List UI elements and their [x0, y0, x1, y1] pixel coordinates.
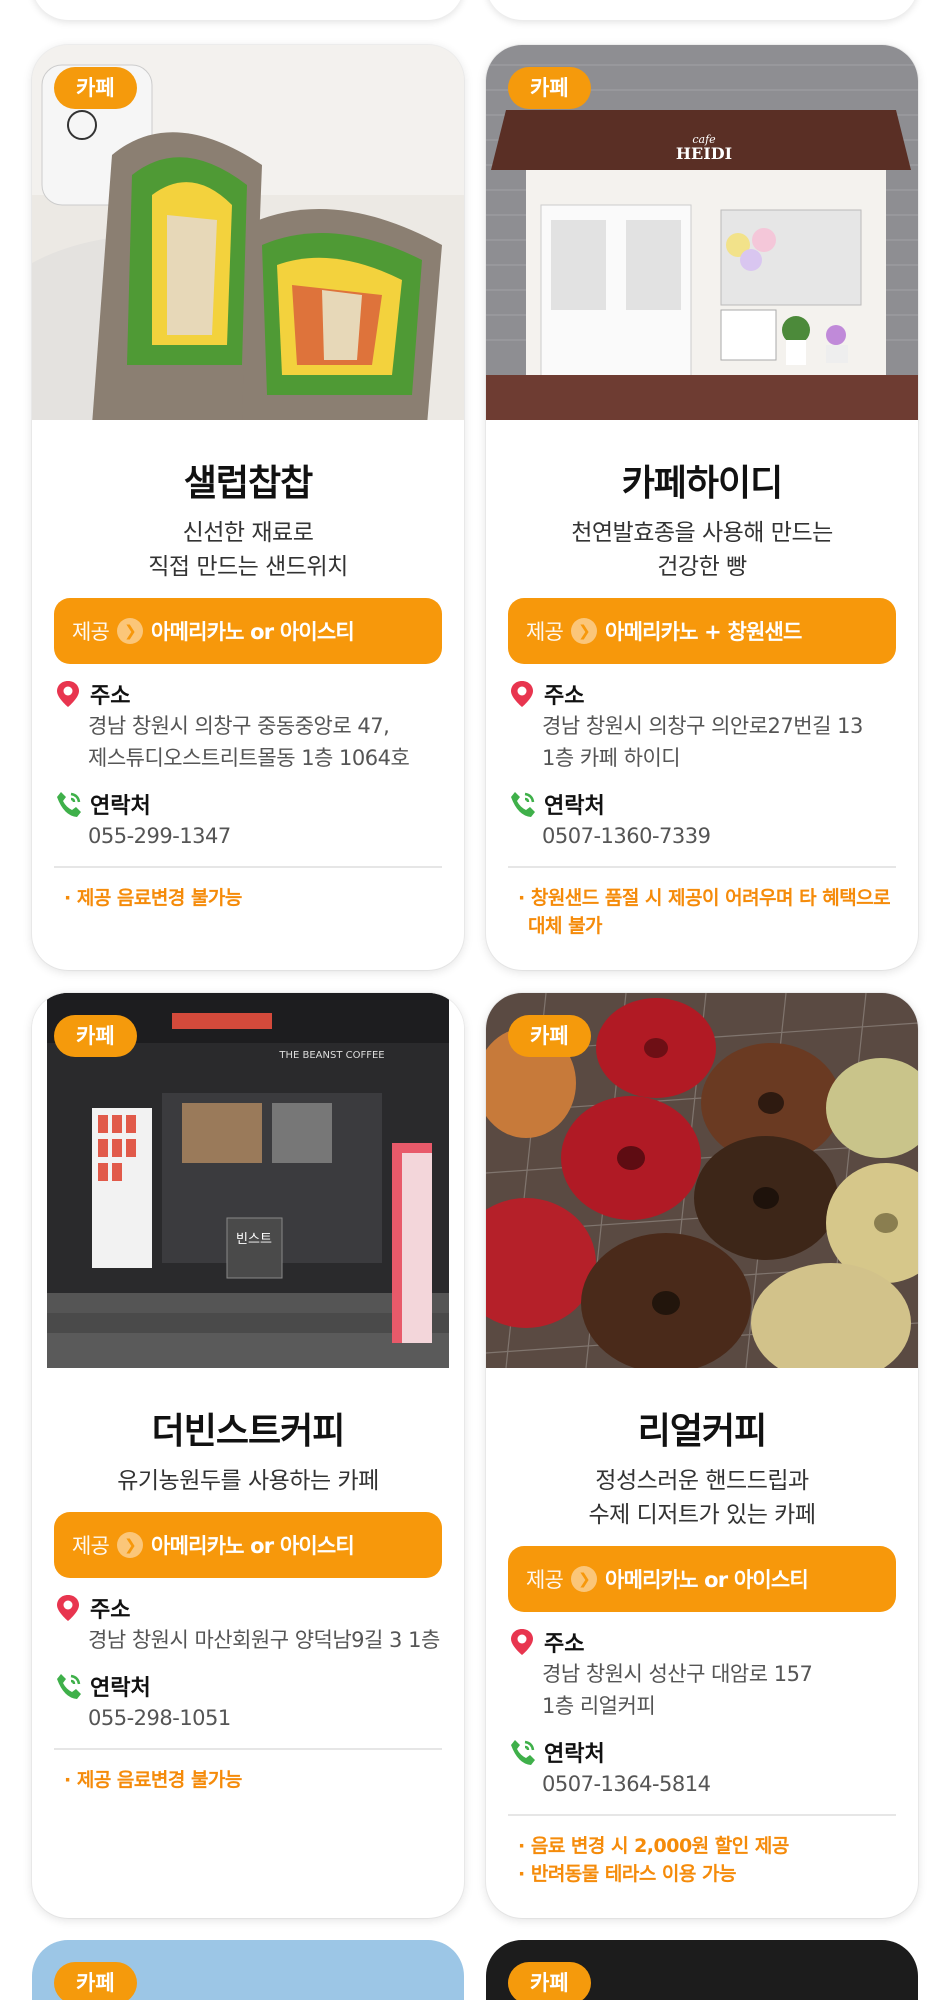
category-badge: 카페	[54, 1015, 137, 1057]
next-card-top: 카페	[486, 1940, 918, 2000]
phone-icon	[54, 1671, 84, 1701]
offer-label: 제공	[526, 620, 564, 644]
store-description: 신선한 재료로 직접 만드는 샌드위치	[148, 520, 348, 580]
location-pin-icon	[508, 679, 538, 709]
store-card[interactable]: cafe HEIDI 카페 카페하이디 천연발효종을 사용해 만드는 건강한 빵…	[486, 45, 918, 970]
phone-number[interactable]: 055-299-1347	[88, 820, 442, 852]
address-heading: 주소	[508, 1626, 896, 1658]
offer-label: 제공	[72, 1534, 110, 1558]
contact-heading: 연락처	[54, 788, 442, 820]
notice: · 제공 음료변경 불가능	[64, 1769, 242, 1791]
phone-number[interactable]: 055-298-1051	[88, 1702, 442, 1734]
category-badge: 카페	[54, 1962, 137, 2000]
divider	[54, 866, 442, 868]
offer-text: 아메리카노 + 창원샌드	[605, 620, 802, 644]
address-text: 경남 창원시 의창구 의안로27번길 13 1층 카페 하이디	[542, 714, 863, 770]
store-photo: cafe HEIDI 카페	[486, 45, 918, 420]
chevron-right-icon: ❯	[117, 618, 144, 644]
location-pin-icon	[54, 679, 84, 709]
store-name: 샐럽찹찹	[183, 463, 313, 504]
category-badge: 카페	[508, 1962, 591, 2000]
offer-label: 제공	[72, 620, 110, 644]
previous-card-bottom	[486, 0, 918, 20]
offer-text: 아메리카노 or 아이스티	[605, 1568, 809, 1592]
category-badge: 카페	[508, 1015, 591, 1057]
address-text: 경남 창원시 마산회원구 양덕남9길 3 1층	[88, 1628, 440, 1652]
store-card[interactable]: 카페 샐럽찹찹 신선한 재료로 직접 만드는 샌드위치 제공 ❯ 아메리카노 o…	[32, 45, 464, 970]
offer-label: 제공	[526, 1568, 564, 1592]
offer-bar: 제공 ❯ 아메리카노 + 창원샌드	[508, 598, 896, 664]
contact-heading: 연락처	[508, 1736, 896, 1768]
phone-icon	[508, 1737, 538, 1767]
offer-bar: 제공 ❯ 아메리카노 or 아이스티	[54, 598, 442, 664]
store-card[interactable]: THE BEANST COFFEE 빈스트 카페 더빈스트커피 유기농원두를 사…	[32, 993, 464, 1918]
store-photo: 카페	[486, 993, 918, 1368]
offer-text: 아메리카노 or 아이스티	[151, 620, 355, 644]
sign-text: THE BEANST COFFEE	[278, 1050, 384, 1061]
sign-text: HEIDI	[676, 144, 732, 163]
store-card[interactable]: 카페 리얼커피 정성스러운 핸드드립과 수제 디저트가 있는 카페 제공 ❯ 아…	[486, 993, 918, 1918]
divider	[508, 866, 896, 868]
location-pin-icon	[54, 1593, 84, 1623]
address-text: 경남 창원시 성산구 대암로 157 1층 리얼커피	[542, 1662, 813, 1718]
contact-heading: 연락처	[54, 1670, 442, 1702]
store-description: 정성스러운 핸드드립과 수제 디저트가 있는 카페	[588, 1468, 816, 1528]
divider	[54, 1748, 442, 1750]
offer-bar: 제공 ❯ 아메리카노 or 아이스티	[54, 1512, 442, 1578]
chevron-right-icon: ❯	[571, 1566, 598, 1592]
address-heading: 주소	[54, 1592, 442, 1624]
next-card-top: 카페	[32, 1940, 464, 2000]
chevron-right-icon: ❯	[117, 1532, 144, 1558]
offer-text: 아메리카노 or 아이스티	[151, 1534, 355, 1558]
store-name: 리얼커피	[637, 1411, 767, 1452]
store-description: 천연발효종을 사용해 만드는 건강한 빵	[571, 520, 833, 580]
kiosk-text: 빈스트	[236, 1232, 272, 1247]
notice: · 제공 음료변경 불가능	[64, 887, 242, 909]
location-pin-icon	[508, 1627, 538, 1657]
phone-icon	[508, 789, 538, 819]
previous-card-bottom	[32, 0, 464, 20]
store-description: 유기농원두를 사용하는 카페	[117, 1468, 379, 1494]
offer-bar: 제공 ❯ 아메리카노 or 아이스티	[508, 1546, 896, 1612]
chevron-right-icon: ❯	[571, 618, 598, 644]
notice: · 음료 변경 시 2,000원 할인 제공 · 반려동물 테라스 이용 가능	[518, 1835, 789, 1885]
phone-number[interactable]: 0507-1364-5814	[542, 1768, 896, 1800]
divider	[508, 1814, 896, 1816]
phone-icon	[54, 789, 84, 819]
contact-heading: 연락처	[508, 788, 896, 820]
phone-number[interactable]: 0507-1360-7339	[542, 820, 896, 852]
category-badge: 카페	[508, 67, 591, 109]
store-photo: THE BEANST COFFEE 빈스트 카페	[32, 993, 464, 1368]
address-text: 경남 창원시 의창구 중동중앙로 47, 제스튜디오스트리트몰동 1층 1064…	[88, 714, 410, 770]
store-name: 더빈스트커피	[151, 1411, 346, 1452]
category-badge: 카페	[54, 67, 137, 109]
store-photo: 카페	[32, 45, 464, 420]
store-name: 카페하이디	[621, 463, 784, 504]
address-heading: 주소	[54, 678, 442, 710]
address-heading: 주소	[508, 678, 896, 710]
notice: · 창원샌드 품절 시 제공이 어려우며 타 혜택으로 대체 불가	[518, 887, 891, 937]
